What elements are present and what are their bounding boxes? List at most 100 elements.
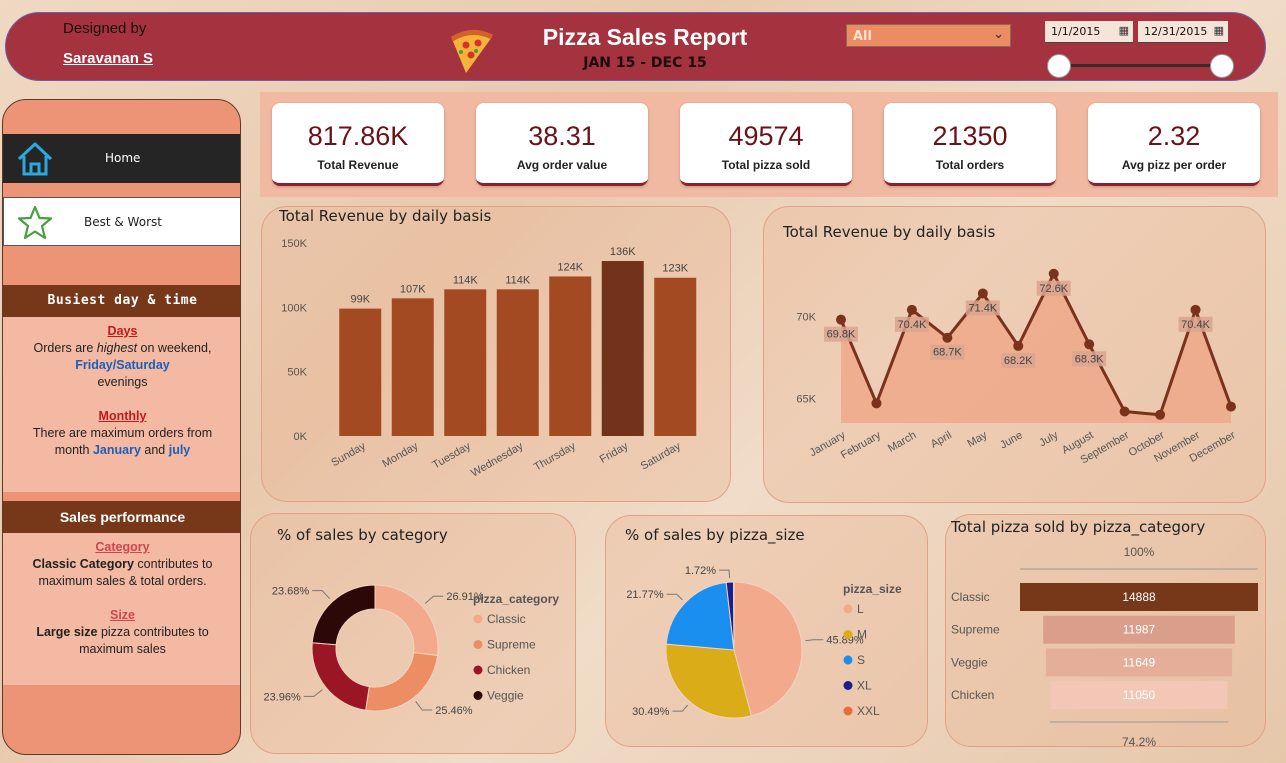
kpi-card-avg-pizza-per-order: 2.32 Avg pizz per order bbox=[1088, 103, 1260, 186]
x-tick-label: Friday bbox=[598, 440, 631, 466]
kpi-card-total-orders: 21350 Total orders bbox=[884, 103, 1056, 186]
x-tick-label: February bbox=[839, 429, 884, 462]
daily-revenue-panel: Total Revenue by daily basis 0K 50K 100K 15… bbox=[261, 206, 731, 502]
category-subheading: Category bbox=[95, 540, 150, 554]
leader-line bbox=[719, 569, 731, 579]
legend-swatch bbox=[473, 640, 483, 649]
bar bbox=[654, 277, 697, 436]
data-label: 114K bbox=[505, 274, 531, 286]
date-slider-end-handle[interactable] bbox=[1210, 54, 1234, 78]
category-text: Classic Category contributes to bbox=[32, 557, 213, 571]
legend-label: Veggie bbox=[487, 689, 524, 703]
data-label: 23.68% bbox=[272, 586, 310, 598]
size-text: Large size pizza contributes to bbox=[36, 625, 209, 639]
daily-revenue-bar-chart: 0K 50K 100K 150K 99K Sunday 107K Monday 114K Tues… bbox=[281, 238, 697, 480]
filter-dropdown[interactable]: All ⌄ bbox=[846, 24, 1011, 47]
home-icon bbox=[17, 142, 53, 176]
data-label: 123K bbox=[662, 263, 688, 275]
date-slider-track[interactable] bbox=[1060, 64, 1222, 67]
date-slider-start-handle[interactable] bbox=[1047, 54, 1071, 78]
days-text-end: evenings bbox=[97, 375, 148, 389]
end-date-value: 12/31/2015 bbox=[1144, 25, 1208, 38]
monthly-text-months: month January and july bbox=[54, 443, 191, 457]
data-label: 30.49% bbox=[632, 706, 670, 718]
area-fill bbox=[841, 273, 1231, 423]
kpi-card-total-pizza-sold: 49574 Total pizza sold bbox=[680, 103, 852, 186]
nav-home-label: Home bbox=[105, 151, 141, 165]
category-label: Chicken bbox=[951, 688, 994, 702]
legend-label: XL bbox=[857, 679, 872, 693]
bar bbox=[549, 276, 592, 436]
data-label: 71.4K bbox=[968, 302, 997, 314]
data-label: 23.96% bbox=[264, 691, 302, 703]
category-label: Classic bbox=[951, 590, 990, 604]
kpi-label: Total Revenue bbox=[317, 158, 399, 172]
category-funnel-chart: 100% 14888 Classic 11987 Supreme 11649 Veggie 1… bbox=[951, 545, 1258, 748]
start-date-field[interactable]: 1/1/2015 ▦ bbox=[1045, 21, 1133, 43]
funnel-top-label: 100% bbox=[1124, 545, 1155, 559]
data-label: 21.77% bbox=[626, 589, 664, 601]
data-point bbox=[977, 288, 988, 299]
monthly-revenue-panel: Total Revenue by daily basis 65K 70K 69.8K… bbox=[763, 206, 1266, 503]
data-label: 1.72% bbox=[685, 565, 716, 577]
pizza-icon bbox=[450, 30, 494, 73]
size-share-panel: % of sales by pizza_size 45.89% 30.49% 21.… bbox=[605, 515, 928, 747]
legend-label: Supreme bbox=[487, 638, 536, 652]
pie-slice bbox=[311, 584, 376, 646]
kpi-label: Avg order value bbox=[516, 158, 608, 172]
monthly-subheading: Monthly bbox=[98, 409, 147, 423]
calendar-icon[interactable]: ▦ bbox=[1214, 24, 1224, 37]
data-label: 72.6K bbox=[1039, 283, 1068, 295]
legend-label: M bbox=[857, 628, 867, 642]
x-tick-label: July bbox=[1037, 429, 1060, 449]
x-tick-label: Monday bbox=[380, 440, 420, 470]
nav-best-worst-button[interactable]: Best & Worst bbox=[3, 197, 240, 246]
leader-line bbox=[666, 593, 683, 601]
y-tick-label: 65K bbox=[796, 393, 816, 405]
x-tick-label: March bbox=[886, 429, 918, 455]
kpi-value: 38.31 bbox=[528, 121, 596, 151]
legend-label: S bbox=[857, 653, 865, 667]
leader-line bbox=[424, 595, 444, 604]
legend-swatch bbox=[843, 655, 853, 665]
data-point bbox=[1226, 401, 1236, 412]
kpi-label: Total orders bbox=[935, 158, 1005, 172]
legend-swatch bbox=[473, 614, 483, 624]
end-date-field[interactable]: 12/31/2015 ▦ bbox=[1138, 21, 1228, 43]
y-tick-label: 70K bbox=[796, 311, 816, 323]
designer-link[interactable]: Saravanan S bbox=[63, 50, 153, 67]
legend-swatch bbox=[473, 665, 483, 675]
y-tick-label: 150K bbox=[281, 238, 307, 250]
category-label: Veggie bbox=[951, 655, 988, 669]
kpi-label: Avg pizz per order bbox=[1121, 158, 1227, 172]
pie-slice bbox=[665, 581, 735, 651]
data-label: 69.8K bbox=[827, 329, 856, 341]
data-label: 68.2K bbox=[1004, 355, 1033, 367]
monthly-revenue-area-chart: 65K70K69.8KJanuaryFebruary70.4KMarch68.7… bbox=[796, 268, 1238, 467]
bar bbox=[391, 298, 434, 436]
legend-label: L bbox=[857, 602, 864, 616]
data-point bbox=[836, 314, 846, 325]
calendar-icon[interactable]: ▦ bbox=[1119, 24, 1129, 37]
x-tick-label: Tuesday bbox=[431, 440, 474, 472]
legend-title: pizza_category bbox=[473, 592, 559, 606]
data-label: 136K bbox=[610, 246, 636, 258]
chevron-down-icon: ⌄ bbox=[993, 27, 1004, 42]
category-donut-chart: 26.91%25.46%23.96%23.68%pizza_categoryCl… bbox=[264, 584, 559, 717]
kpi-label: Total pizza sold bbox=[721, 158, 811, 172]
size-text-2: maximum sales bbox=[79, 642, 166, 656]
data-label: 68.7K bbox=[933, 347, 962, 359]
data-label: 11050 bbox=[1123, 688, 1156, 702]
x-tick-label: April bbox=[929, 429, 954, 450]
category-label: Supreme bbox=[951, 623, 1000, 637]
legend-swatch bbox=[843, 630, 853, 639]
bar bbox=[601, 261, 644, 436]
data-point bbox=[1048, 268, 1059, 279]
bar bbox=[444, 289, 487, 436]
legend-swatch bbox=[473, 691, 483, 700]
pie-slice bbox=[365, 652, 439, 712]
pie-slice bbox=[732, 581, 735, 651]
nav-home-button[interactable]: Home bbox=[3, 134, 240, 183]
data-label: 11987 bbox=[1123, 623, 1156, 637]
busiest-heading: Busiest day & time bbox=[3, 285, 240, 317]
